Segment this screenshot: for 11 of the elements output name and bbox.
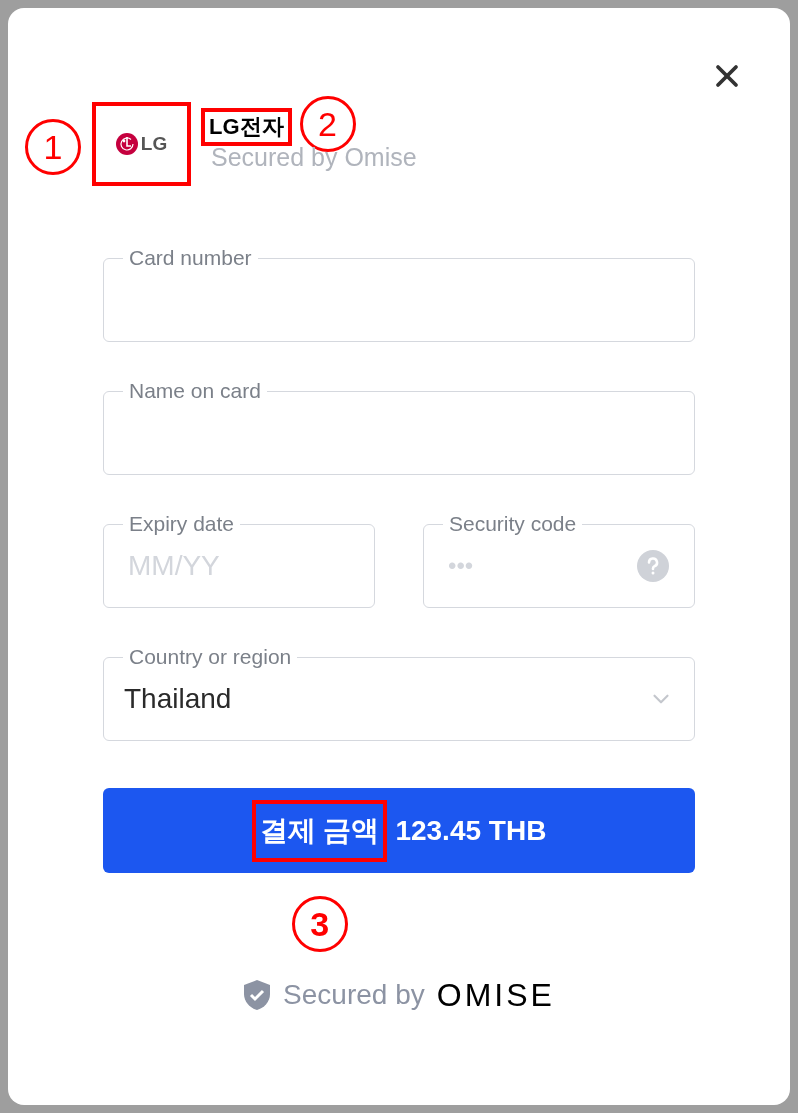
shield-check-icon [243, 979, 272, 1011]
select-value: Thailand [124, 682, 233, 716]
annotation-number: 3 [291, 895, 348, 952]
secured-text: Secured by [283, 978, 425, 1012]
omise-logo: OMISE [436, 976, 555, 1015]
amount: 123.45 THB [395, 813, 547, 848]
annotation-number: 1 [25, 119, 81, 175]
help-icon[interactable] [637, 550, 669, 582]
logo-text: LG [140, 131, 168, 156]
merchant-name: LG전자 [201, 108, 292, 146]
lg-logo-icon [115, 133, 138, 155]
